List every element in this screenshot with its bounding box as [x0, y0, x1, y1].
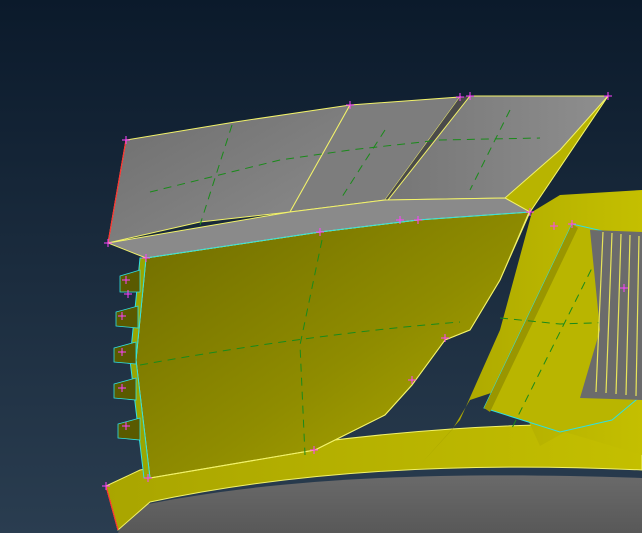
model-canvas[interactable] [0, 0, 642, 533]
cad-3d-viewport[interactable] [0, 0, 642, 533]
